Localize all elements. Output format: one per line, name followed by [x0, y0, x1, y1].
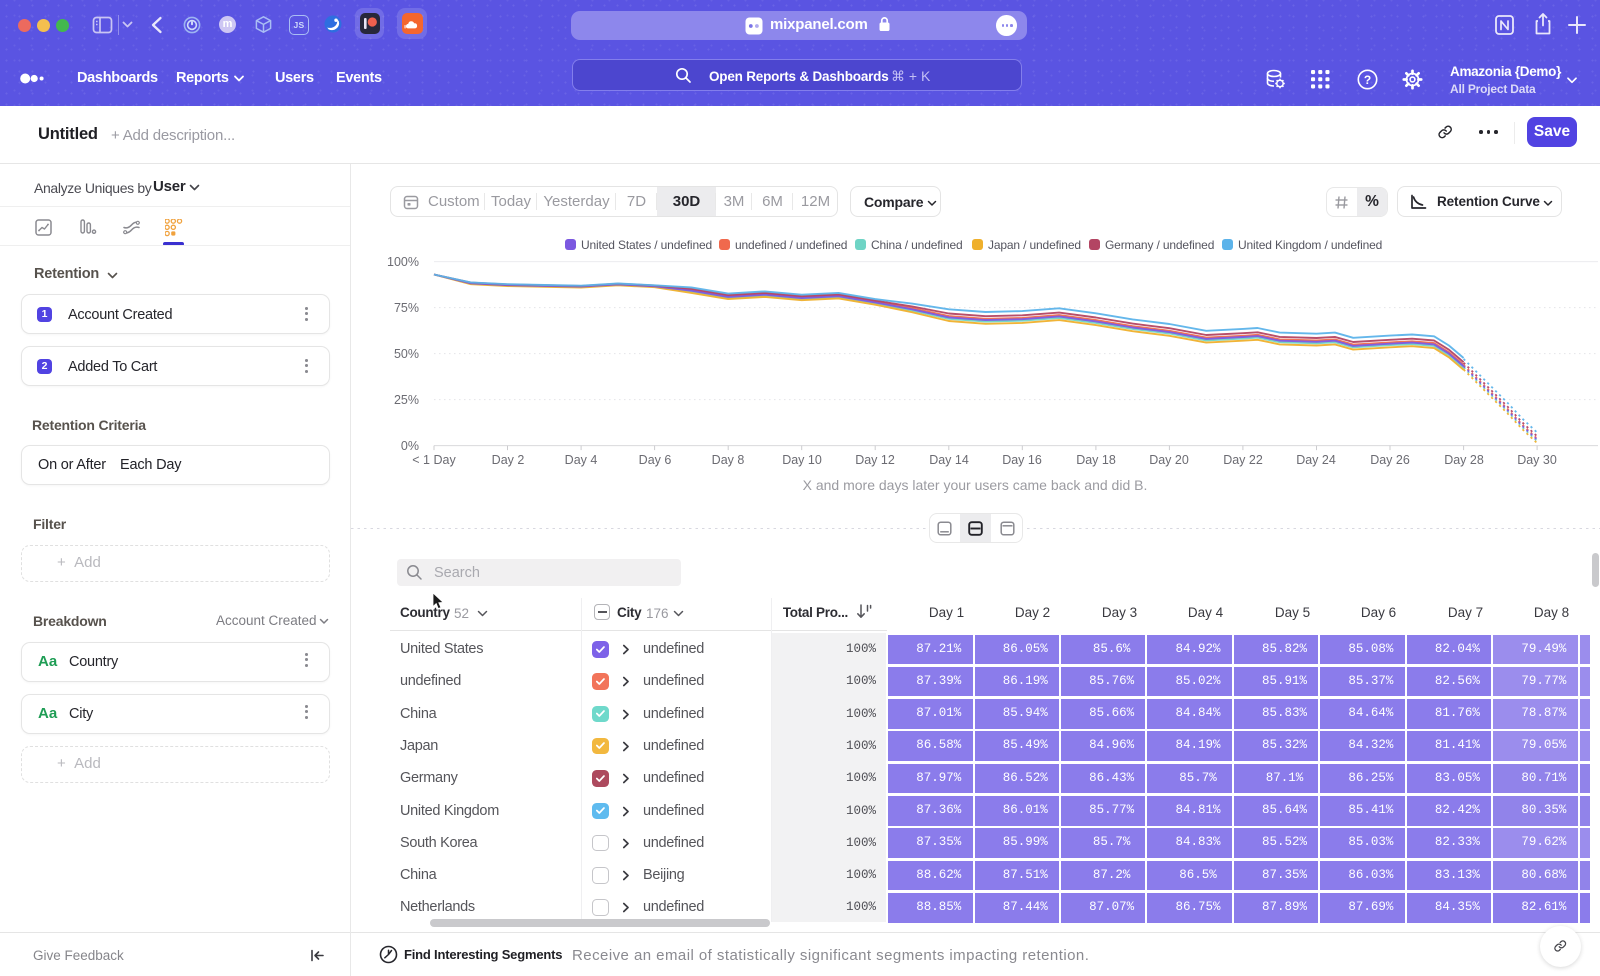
svg-text:?: ?	[1364, 73, 1371, 87]
